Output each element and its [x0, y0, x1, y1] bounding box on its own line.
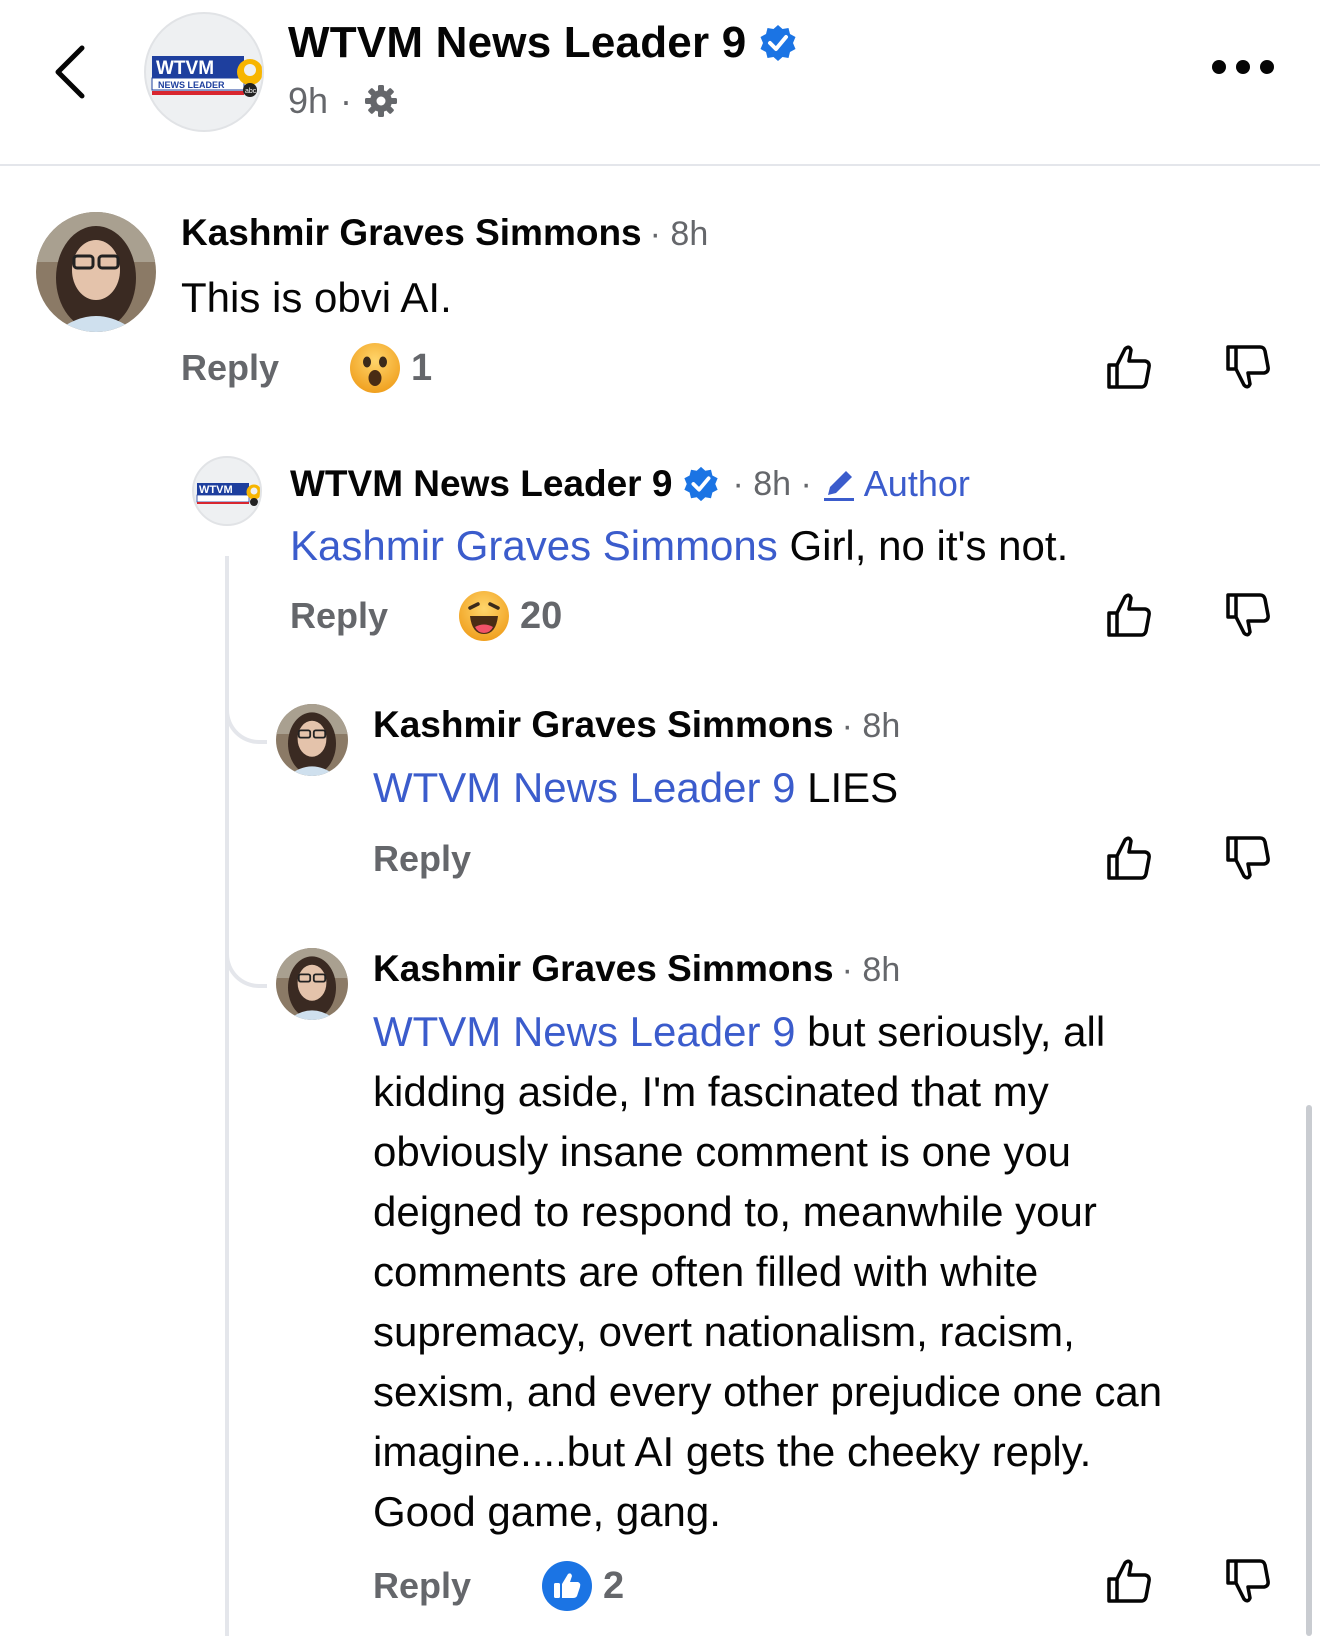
comment-time: · 8h ·: [732, 464, 812, 503]
thumbs-down-icon[interactable]: [1222, 589, 1274, 641]
thumbs-up-icon[interactable]: [1103, 589, 1155, 641]
profile-photo: [36, 212, 156, 332]
comment-time: · 8h: [649, 215, 709, 253]
reaction-summary[interactable]: 2: [541, 1560, 624, 1612]
page-name[interactable]: WTVM News Leader 9: [288, 18, 746, 68]
profile-photo: [276, 948, 348, 1020]
mention-link[interactable]: WTVM News Leader 9: [373, 1008, 795, 1055]
post-header: WTVM NEWS LEADER abc WTVM News Leader 9 …: [0, 0, 1320, 166]
thumbs-down-icon[interactable]: [1222, 832, 1274, 884]
comment-text: This is obvi AI.: [181, 268, 452, 328]
more-dot-icon: [1236, 60, 1250, 74]
more-dot-icon: [1260, 60, 1274, 74]
comment-time: · 8h: [841, 707, 901, 745]
comment-author[interactable]: Kashmir Graves Simmons: [181, 212, 642, 254]
avatar[interactable]: [276, 948, 348, 1020]
wow-emoji-icon: [350, 343, 401, 393]
profile-photo: [276, 704, 348, 776]
svg-text:WTVM: WTVM: [156, 58, 214, 79]
separator-dot: ·: [340, 80, 353, 121]
comment-body: Girl, no it's not.: [777, 522, 1069, 569]
comment-author[interactable]: WTVM News Leader 9: [290, 463, 672, 505]
comment-text: WTVM News Leader 9 but seriously, all ki…: [373, 1002, 1273, 1542]
avatar[interactable]: [36, 212, 156, 332]
pencil-icon: [823, 471, 854, 501]
reaction-count: 2: [603, 1564, 625, 1607]
reply-button[interactable]: Reply: [181, 347, 279, 389]
svg-text:NEWS LEADER: NEWS LEADER: [158, 80, 225, 90]
reaction-count: 20: [520, 594, 563, 637]
thumbs-down-icon[interactable]: [1222, 1555, 1274, 1607]
verified-badge-icon: [760, 25, 796, 61]
comment-line: kidding aside, I'm fascinated that my: [373, 1068, 1049, 1115]
verified-badge-icon: [684, 466, 719, 502]
thumbs-up-icon[interactable]: [1103, 1555, 1155, 1607]
comment-line: Good game, gang.: [373, 1488, 721, 1535]
author-tag: Author: [820, 463, 970, 505]
more-options-button[interactable]: [1212, 60, 1274, 74]
wtvm-logo: WTVM NEWS LEADER abc: [151, 56, 262, 97]
thumbs-up-icon[interactable]: [1103, 341, 1155, 393]
reaction-summary[interactable]: 1: [349, 342, 432, 394]
reply-button[interactable]: Reply: [373, 838, 471, 880]
back-button[interactable]: [48, 40, 98, 104]
page-avatar[interactable]: WTVM NEWS LEADER abc: [144, 12, 264, 132]
comment-author[interactable]: Kashmir Graves Simmons: [373, 704, 834, 746]
like-reaction-icon: [542, 1561, 593, 1611]
svg-text:abc: abc: [245, 88, 257, 95]
page-title[interactable]: WTVM News Leader 9: [288, 18, 798, 68]
comment-line: supremacy, overt nationalism, racism,: [373, 1308, 1075, 1355]
avatar[interactable]: WTVM: [192, 456, 262, 526]
gear-icon: [365, 85, 398, 117]
post-meta: 9h ·: [288, 80, 398, 122]
comment-author[interactable]: Kashmir Graves Simmons: [373, 948, 834, 990]
author-tag-label: Author: [863, 463, 970, 504]
thread-branch: [225, 946, 267, 988]
comment-line: obviously insane comment is one you: [373, 1128, 1072, 1175]
comment-time: · 8h: [841, 951, 901, 989]
scrollbar[interactable]: [1306, 1105, 1312, 1636]
reply-button[interactable]: Reply: [290, 595, 388, 637]
wtvm-logo: WTVM: [196, 483, 260, 506]
svg-text:WTVM: WTVM: [199, 484, 233, 496]
comment-line: deigned to respond to, meanwhile your: [373, 1188, 1097, 1235]
haha-emoji-icon: [459, 591, 510, 641]
avatar[interactable]: [276, 704, 348, 776]
reaction-count: 1: [411, 346, 433, 389]
comment-body: but seriously, all: [795, 1008, 1106, 1055]
comment-line: comments are often filled with white: [373, 1248, 1039, 1295]
thread-branch: [225, 702, 267, 744]
thumbs-down-icon[interactable]: [1222, 341, 1274, 393]
comment-line: imagine....but AI gets the cheeky reply.: [373, 1428, 1092, 1475]
reaction-summary[interactable]: 20: [458, 590, 562, 642]
more-dot-icon: [1212, 60, 1226, 74]
comment-line: sexism, and every other prejudice one ca…: [373, 1368, 1163, 1415]
post-time: 9h: [288, 80, 329, 121]
reply-button[interactable]: Reply: [373, 1565, 471, 1607]
chevron-left-icon: [55, 45, 85, 99]
thumbs-up-icon[interactable]: [1103, 832, 1155, 884]
comment-text: WTVM News Leader 9 LIES: [373, 758, 898, 818]
comment-text: Kashmir Graves Simmons Girl, no it's not…: [290, 516, 1068, 576]
mention-link[interactable]: Kashmir Graves Simmons: [290, 522, 778, 569]
mention-link[interactable]: WTVM News Leader 9: [373, 764, 795, 811]
comment-line: WTVM News Leader 9 but seriously, all: [373, 1002, 1273, 1062]
comment-body: This is obvi AI.: [181, 274, 452, 321]
comment-body: LIES: [795, 764, 899, 811]
